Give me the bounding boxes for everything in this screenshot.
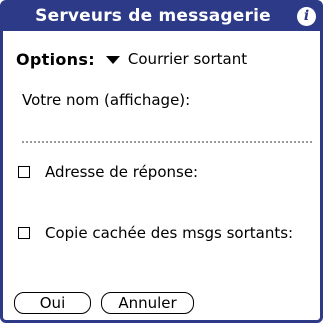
cancel-button[interactable]: Annuler [101, 292, 194, 314]
ok-button[interactable]: Oui [14, 292, 91, 314]
dialog-title: Serveurs de messagerie [35, 6, 271, 26]
display-name-label: Votre nom (affichage): [22, 91, 191, 109]
title-bar: Serveurs de messagerie i [3, 3, 320, 31]
reply-address-option[interactable]: Adresse de réponse: [18, 163, 198, 181]
bcc-option[interactable]: Copie cachée des msgs sortants: [18, 224, 293, 242]
reply-address-checkbox[interactable] [18, 166, 30, 178]
reply-address-label: Adresse de réponse: [45, 163, 199, 181]
options-label: Options: [16, 49, 95, 69]
info-icon[interactable]: i [297, 7, 316, 26]
options-selected-value: Courrier sortant [127, 50, 248, 68]
bcc-checkbox[interactable] [18, 227, 30, 239]
triangle-down-icon [105, 56, 120, 64]
options-row: Options: Courrier sortant [16, 47, 247, 71]
options-dropdown[interactable]: Courrier sortant [105, 50, 248, 68]
display-name-input[interactable] [22, 121, 312, 143]
bcc-label: Copie cachée des msgs sortants: [45, 224, 294, 242]
mail-servers-dialog: Serveurs de messagerie i Options: Courri… [0, 0, 323, 323]
